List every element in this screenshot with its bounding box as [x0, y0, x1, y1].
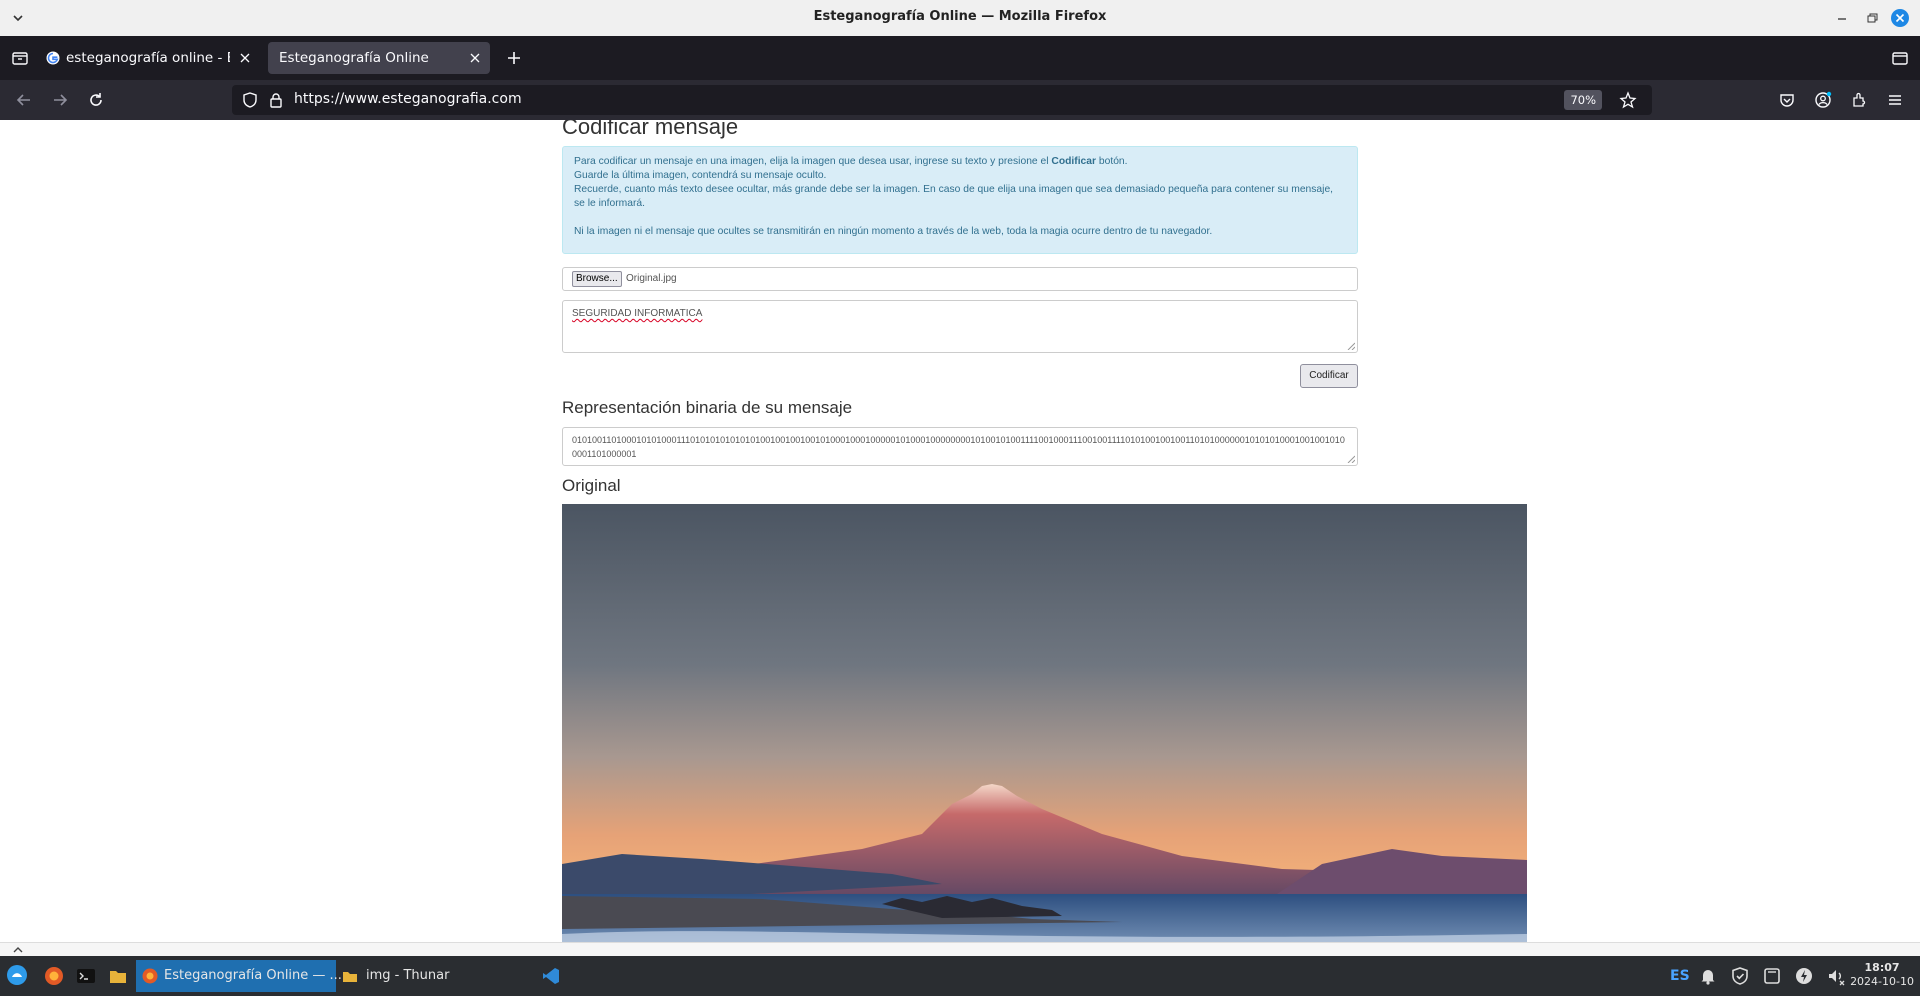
power-tray-icon[interactable] — [1794, 966, 1814, 986]
info-bold-codificar: Codificar — [1051, 156, 1097, 167]
keyboard-layout-indicator[interactable]: ES — [1670, 968, 1690, 984]
tab-search-label: esteganografía online - Bus — [66, 50, 230, 66]
firefox-icon — [142, 968, 158, 984]
url-text[interactable]: https://www.esteganografia.com — [294, 91, 522, 107]
selected-file-name: Original.jpg — [626, 273, 677, 284]
info-line-1: Para codificar un mensaje en una imagen,… — [574, 155, 1346, 169]
account-icon[interactable] — [1813, 90, 1833, 110]
info-line-3: Recuerde, cuanto más texto desee ocultar… — [574, 184, 1334, 209]
whisker-menu-icon[interactable] — [6, 964, 28, 986]
terminal-launcher-icon[interactable] — [76, 966, 96, 986]
back-arrow-icon[interactable] — [14, 90, 34, 110]
original-image — [562, 504, 1527, 956]
hamburger-menu-icon[interactable] — [1885, 90, 1905, 110]
clock[interactable]: 18:07 2024-10-10 — [1850, 961, 1914, 989]
firefox-launcher-icon[interactable] — [44, 966, 64, 986]
pocket-icon[interactable] — [1777, 90, 1797, 110]
vscode-icon[interactable] — [541, 966, 561, 986]
binary-heading: Representación binaria de su mensaje — [562, 398, 853, 417]
binary-text[interactable]: 0101001101000101010001110101010101010100… — [572, 433, 1348, 461]
window-titlebar: Esteganografía Online — Mozilla Firefox — [0, 0, 1920, 37]
info-line-4: Ni la imagen ni el mensaje que ocultes s… — [574, 226, 1213, 237]
info-text: botón. — [1096, 156, 1128, 167]
reload-icon[interactable] — [86, 90, 106, 110]
folder-icon — [343, 972, 357, 982]
message-textarea[interactable]: SEGURIDAD INFORMATICA — [562, 300, 1358, 353]
minimize-icon[interactable] — [1832, 8, 1852, 28]
tab-close-icon[interactable] — [468, 51, 482, 65]
task-firefox-label: Esteganografía Online — ... — [164, 968, 342, 983]
address-bar[interactable]: https://www.esteganografia.com 70% — [232, 85, 1652, 115]
resize-handle-icon[interactable] — [1347, 455, 1355, 463]
shield-tray-icon[interactable] — [1730, 966, 1750, 986]
clock-time: 18:07 — [1864, 961, 1900, 974]
info-line-2: Guarde la última imagen, contendrá su me… — [574, 170, 827, 181]
task-thunar[interactable]: img - Thunar — [338, 960, 538, 992]
original-heading: Original — [562, 476, 621, 495]
file-manager-launcher-icon[interactable] — [108, 966, 128, 986]
encode-button[interactable]: Codificar — [1300, 364, 1358, 388]
navigation-bar: https://www.esteganografia.com 70% — [0, 80, 1920, 120]
firefox-view-icon[interactable] — [10, 48, 30, 68]
close-window-icon[interactable] — [1890, 8, 1910, 28]
tab-esteganografia[interactable]: Esteganografía Online — [268, 42, 490, 74]
extensions-icon[interactable] — [1849, 90, 1869, 110]
new-tab-icon[interactable] — [504, 48, 524, 68]
tab-esteganografia-label: Esteganografía Online — [279, 50, 429, 66]
binary-textarea[interactable]: 0101001101000101010001110101010101010100… — [562, 427, 1358, 466]
resize-handle-icon[interactable] — [1347, 342, 1355, 350]
clock-date: 2024-10-10 — [1850, 975, 1914, 988]
info-alert: Para codificar un mensaje en una imagen,… — [562, 146, 1358, 254]
tab-bar: esteganografía online - Bus Esteganograf… — [0, 36, 1920, 80]
taskbar: Esteganografía Online — ... img - Thunar… — [0, 956, 1920, 996]
list-all-tabs-icon[interactable] — [1890, 48, 1910, 68]
lock-icon[interactable] — [266, 90, 286, 110]
browse-button[interactable]: Browse... — [572, 271, 622, 287]
tab-search[interactable]: esteganografía online - Bus — [44, 42, 260, 74]
forward-arrow-icon[interactable] — [50, 90, 70, 110]
shield-icon[interactable] — [240, 90, 260, 110]
restore-icon[interactable] — [1862, 8, 1882, 28]
tab-close-icon[interactable] — [238, 51, 252, 65]
task-thunar-label: img - Thunar — [366, 968, 450, 983]
chevron-up-icon[interactable] — [12, 944, 24, 956]
zoom-level-badge[interactable]: 70% — [1564, 90, 1602, 110]
file-input[interactable]: Browse... Original.jpg — [562, 267, 1358, 291]
message-text[interactable]: SEGURIDAD INFORMATICA — [572, 308, 702, 319]
info-text: Para codificar un mensaje en una imagen,… — [574, 156, 1052, 167]
notification-bell-icon[interactable] — [1698, 966, 1718, 986]
storage-tray-icon[interactable] — [1762, 966, 1782, 986]
google-icon — [46, 51, 60, 65]
window-title: Esteganografía Online — Mozilla Firefox — [813, 9, 1107, 24]
page-heading: Codificar mensaje — [562, 120, 739, 139]
bottom-strip — [0, 942, 1920, 957]
volume-muted-icon[interactable] — [1826, 966, 1846, 986]
task-firefox[interactable]: Esteganografía Online — ... — [136, 960, 342, 992]
bookmark-star-icon[interactable] — [1618, 90, 1638, 110]
page-content: Codificar mensaje Para codificar un mens… — [0, 120, 1920, 956]
